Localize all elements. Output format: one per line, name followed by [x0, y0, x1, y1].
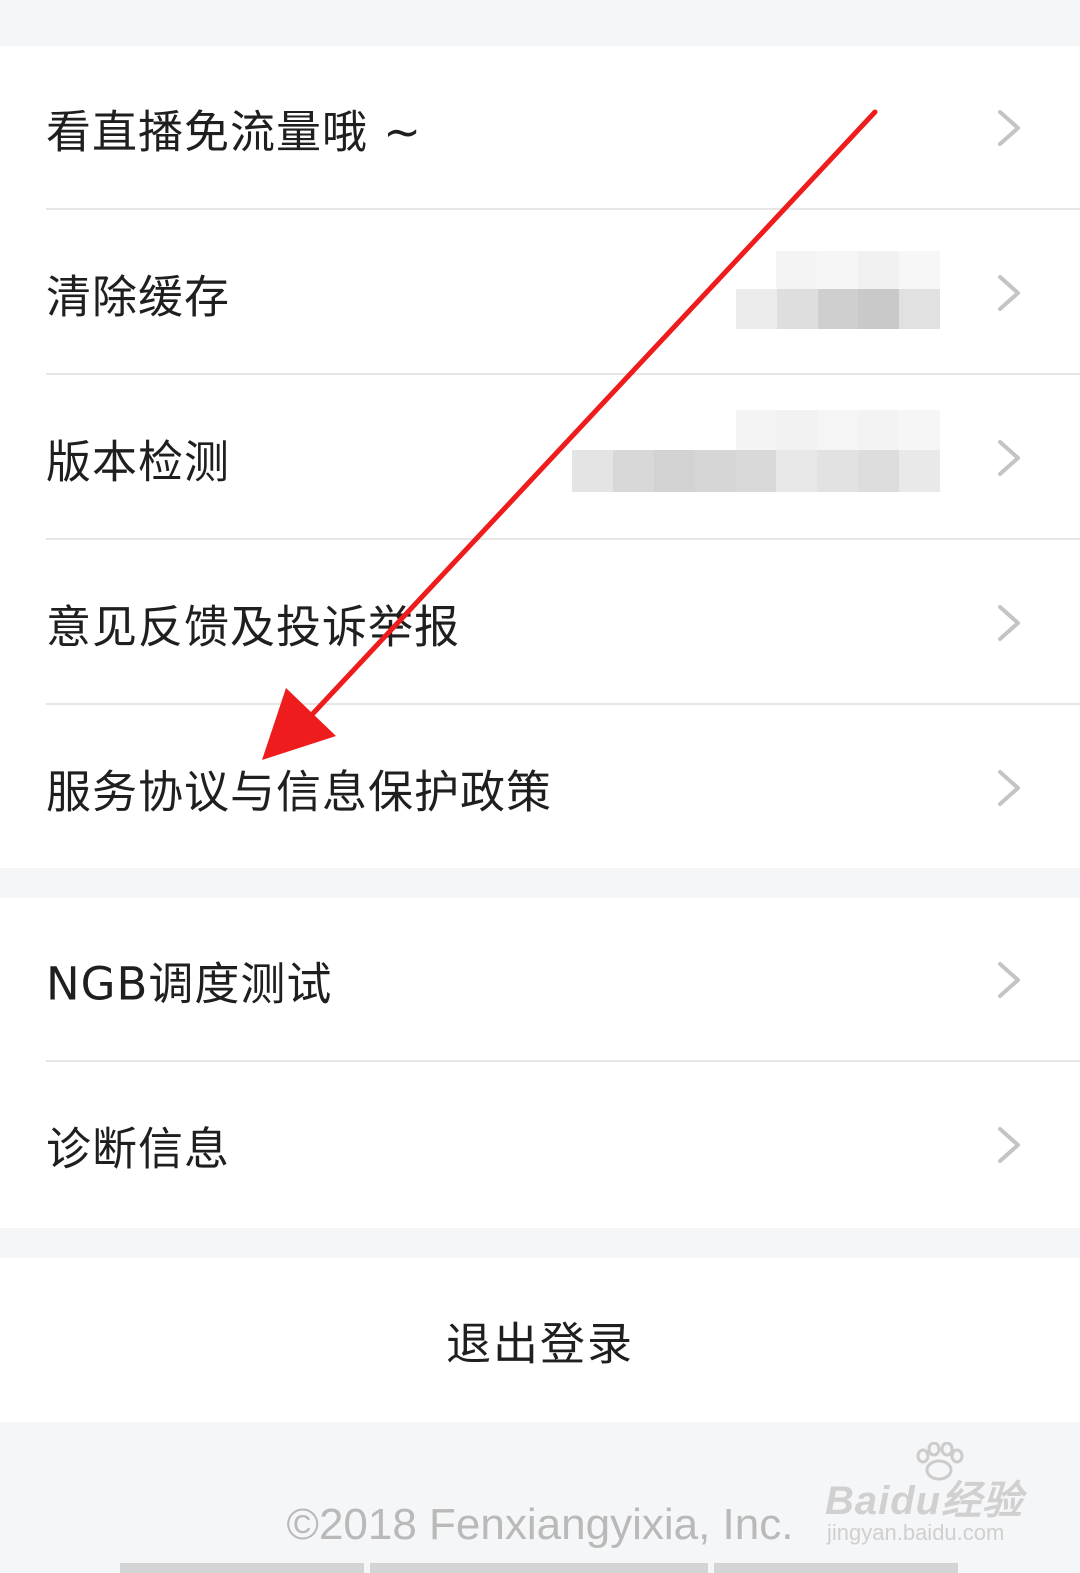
redacted-cache-size	[736, 289, 940, 329]
redacted-version	[572, 450, 940, 492]
bottom-bar-segment	[120, 1563, 364, 1573]
row-version-check[interactable]: 版本检测	[0, 376, 1080, 540]
row-service-agreement-privacy[interactable]: 服务协议与信息保护政策	[0, 706, 1080, 870]
logout-button[interactable]: 退出登录	[0, 1258, 1080, 1422]
redacted-version-top	[736, 410, 940, 450]
chevron-right-icon	[998, 1127, 1020, 1163]
row-label: 看直播免流量哦 ~	[46, 105, 423, 159]
row-ngb-dispatch-test[interactable]: NGB调度测试	[0, 898, 1080, 1062]
bottom-bar-segment	[370, 1563, 708, 1573]
chevron-right-icon	[998, 110, 1020, 146]
baidu-jingyan-watermark: Baidu经验 jingyan.baidu.com	[825, 1442, 1035, 1553]
chevron-right-icon	[998, 440, 1020, 476]
chevron-right-icon	[998, 770, 1020, 806]
settings-group-1: 看直播免流量哦 ~ 清除缓存 版本检测 意见反馈及投诉举报 服务协议与信息保护政…	[0, 46, 1080, 868]
bottom-bar-segment	[714, 1563, 958, 1573]
watermark-url: jingyan.baidu.com	[827, 1520, 1005, 1545]
row-feedback-report[interactable]: 意见反馈及投诉举报	[0, 541, 1080, 705]
row-label: 意见反馈及投诉举报	[46, 600, 461, 654]
settings-group-2: NGB调度测试 诊断信息	[0, 898, 1080, 1228]
row-clear-cache[interactable]: 清除缓存	[0, 211, 1080, 375]
row-divider	[46, 208, 1080, 210]
row-label: NGB调度测试	[46, 957, 333, 1011]
row-divider	[46, 373, 1080, 375]
row-label: 清除缓存	[46, 270, 231, 324]
row-diagnostic-info[interactable]: 诊断信息	[0, 1063, 1080, 1227]
row-divider	[46, 1060, 1080, 1062]
row-label: 服务协议与信息保护政策	[46, 765, 553, 819]
row-label: 诊断信息	[46, 1122, 231, 1176]
row-divider	[46, 538, 1080, 540]
chevron-right-icon	[998, 962, 1020, 998]
bottom-partial-bar	[0, 1563, 1080, 1573]
redacted-cache-size-top	[776, 251, 940, 289]
row-divider	[46, 703, 1080, 705]
logout-label: 退出登录	[445, 1317, 634, 1371]
row-free-data-live[interactable]: 看直播免流量哦 ~	[0, 46, 1080, 210]
watermark-brand: Baidu经验	[825, 1479, 1024, 1523]
row-label: 版本检测	[46, 435, 231, 489]
chevron-right-icon	[998, 275, 1020, 311]
top-spacer	[0, 0, 1080, 46]
chevron-right-icon	[998, 605, 1020, 641]
